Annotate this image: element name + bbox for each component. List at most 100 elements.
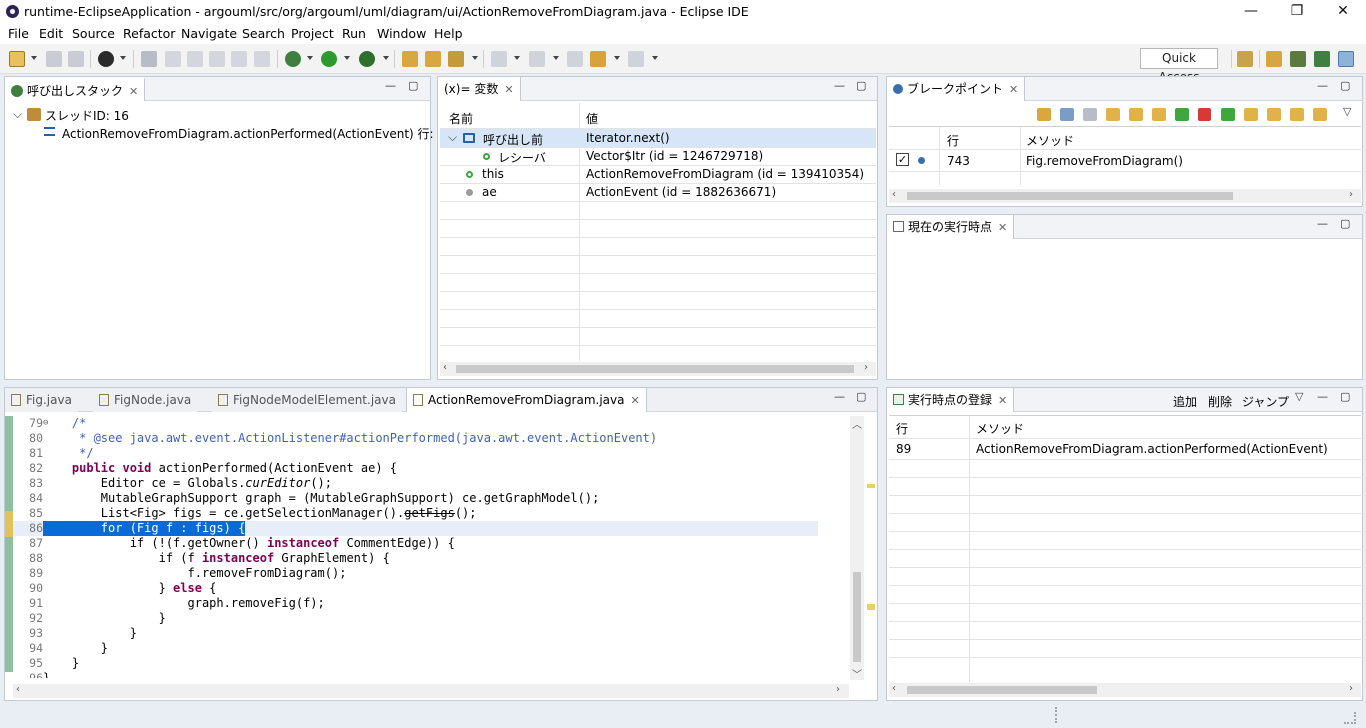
- save-icon[interactable]: [46, 51, 62, 67]
- chevron-right-icon[interactable]: ›: [864, 362, 868, 373]
- chevron-down-icon[interactable]: ⌵: [13, 107, 22, 122]
- overview-marker[interactable]: [867, 484, 875, 488]
- chevron-down-icon[interactable]: [120, 56, 126, 60]
- step-forward-icon[interactable]: [1244, 108, 1258, 121]
- menu-file[interactable]: File: [8, 26, 29, 41]
- minimize-icon[interactable]: —: [834, 79, 845, 92]
- debug-icon[interactable]: [285, 51, 301, 67]
- resume-icon[interactable]: [1221, 108, 1235, 121]
- profile-icon[interactable]: [98, 51, 114, 67]
- chevron-down-icon[interactable]: [344, 56, 350, 60]
- toggle-icon[interactable]: [165, 51, 181, 67]
- chevron-down-icon[interactable]: ⌵: [448, 130, 457, 145]
- minimize-icon[interactable]: —: [1317, 390, 1328, 403]
- step-over-icon[interactable]: [1129, 108, 1143, 121]
- maximize-icon[interactable]: ▢: [1340, 217, 1350, 230]
- chevron-down-icon[interactable]: [472, 56, 478, 60]
- terminate-icon[interactable]: [1198, 108, 1211, 121]
- register-line[interactable]: 89: [896, 442, 911, 456]
- back-icon[interactable]: [590, 51, 606, 67]
- chevron-right-icon[interactable]: ›: [836, 684, 840, 695]
- disconnect-icon[interactable]: [231, 51, 247, 67]
- chevron-left-icon[interactable]: ‹: [892, 683, 896, 694]
- tab-exec-register[interactable]: 実行時点の登録 ✕: [887, 388, 1015, 412]
- menu-project[interactable]: Project: [291, 26, 334, 41]
- chevron-down-icon[interactable]: [31, 56, 37, 60]
- tab-fignode-java[interactable]: FigNode.java: [93, 388, 198, 412]
- chevron-down-icon[interactable]: [652, 56, 658, 60]
- menu-search[interactable]: Search: [242, 26, 285, 41]
- chevron-down-icon[interactable]: [614, 56, 620, 60]
- chevron-down-icon[interactable]: ﹀: [852, 666, 862, 681]
- horizontal-scrollbar[interactable]: ‹ ›: [889, 189, 1361, 203]
- maximize-icon[interactable]: ▢: [1340, 390, 1350, 403]
- drop-to-frame-icon[interactable]: [1313, 108, 1327, 121]
- column-header-line[interactable]: 行: [896, 420, 908, 437]
- tab-current-point[interactable]: 現在の実行時点 ✕: [887, 215, 1015, 239]
- column-header-method[interactable]: メソッド: [976, 420, 1024, 437]
- tab-breakpoints[interactable]: ブレークポイント ✕: [887, 77, 1026, 101]
- skip-all-icon[interactable]: [1083, 108, 1097, 121]
- code-area[interactable]: 79 ⊖ /* 80 * @see java.awt.event.ActionLi…: [13, 416, 849, 678]
- close-button[interactable]: ✕: [1320, 0, 1366, 24]
- close-icon[interactable]: ✕: [998, 221, 1007, 234]
- menu-navigate[interactable]: Navigate: [181, 26, 237, 41]
- chevron-down-icon[interactable]: [383, 56, 389, 60]
- run-icon[interactable]: [321, 51, 337, 67]
- restore-button[interactable]: ❐: [1274, 0, 1320, 24]
- column-header-line[interactable]: 行: [947, 132, 959, 149]
- jump-button[interactable]: ジャンプ: [1242, 393, 1289, 410]
- tab-variables[interactable]: (x)= 変数 ✕: [438, 77, 521, 101]
- menu-source[interactable]: Source: [72, 26, 115, 41]
- chevron-left-icon[interactable]: ‹: [892, 189, 896, 200]
- skip-breakpoints-icon[interactable]: [141, 51, 157, 67]
- open-folder-icon[interactable]: [425, 51, 441, 67]
- overview-marker[interactable]: [867, 604, 875, 610]
- maximize-icon[interactable]: ▢: [856, 79, 866, 92]
- terminate-icon[interactable]: [209, 51, 225, 67]
- menu-help[interactable]: Help: [434, 26, 463, 41]
- add-breakpoint-icon[interactable]: [1060, 108, 1074, 121]
- chevron-left-icon[interactable]: ‹: [443, 362, 447, 373]
- resize-grip[interactable]: [1344, 712, 1356, 724]
- open-perspective-icon[interactable]: [1237, 51, 1253, 67]
- minimize-icon[interactable]: —: [385, 79, 396, 92]
- horizontal-scrollbar[interactable]: ‹ ›: [440, 362, 876, 376]
- run-external-icon[interactable]: [359, 51, 375, 67]
- chevron-down-icon[interactable]: [514, 56, 520, 60]
- chevron-down-icon[interactable]: [307, 56, 313, 60]
- minimize-icon[interactable]: —: [1317, 79, 1328, 92]
- close-icon[interactable]: ✕: [631, 394, 640, 407]
- close-icon[interactable]: ✕: [1009, 83, 1018, 96]
- pilcrow-icon[interactable]: [254, 51, 270, 67]
- minimize-icon[interactable]: —: [1317, 217, 1328, 230]
- close-icon[interactable]: ✕: [504, 83, 513, 96]
- tab-callstack[interactable]: 呼び出しスタック ✕: [5, 77, 146, 101]
- maximize-icon[interactable]: ▢: [856, 390, 866, 403]
- chevron-down-icon[interactable]: [553, 56, 559, 60]
- tab-fignodemodelelement-java[interactable]: FigNodeModelElement.java: [212, 388, 402, 412]
- step-into-icon[interactable]: [1106, 108, 1120, 121]
- horizontal-scrollbar[interactable]: ‹ ›: [13, 684, 849, 698]
- git-perspective-icon[interactable]: [1290, 51, 1306, 67]
- view-menu-icon[interactable]: ▽: [1295, 390, 1303, 403]
- annotation-next-icon[interactable]: [491, 51, 507, 67]
- debug-perspective-icon[interactable]: [1314, 51, 1330, 67]
- vertical-scrollbar[interactable]: ︿ ﹀: [850, 416, 864, 681]
- open-type-icon[interactable]: [402, 51, 418, 67]
- step-return-icon[interactable]: [1152, 108, 1166, 121]
- minimize-icon[interactable]: —: [834, 390, 845, 403]
- close-icon[interactable]: ✕: [129, 85, 138, 98]
- maximize-icon[interactable]: ▢: [408, 79, 418, 92]
- last-edit-icon[interactable]: [567, 51, 583, 67]
- quick-access-input[interactable]: Quick Access: [1140, 48, 1218, 84]
- menu-run[interactable]: Run: [342, 26, 366, 41]
- menu-edit[interactable]: Edit: [39, 26, 63, 41]
- chevron-up-icon[interactable]: ︿: [852, 416, 862, 431]
- view-menu-icon[interactable]: ▽: [1343, 105, 1351, 118]
- step-icon[interactable]: [187, 51, 203, 67]
- horizontal-scrollbar[interactable]: ‹ ›: [889, 683, 1361, 697]
- chevron-left-icon[interactable]: ‹: [16, 684, 20, 695]
- java-perspective-icon[interactable]: [1266, 51, 1282, 67]
- step-over-forward-icon[interactable]: [1267, 108, 1281, 121]
